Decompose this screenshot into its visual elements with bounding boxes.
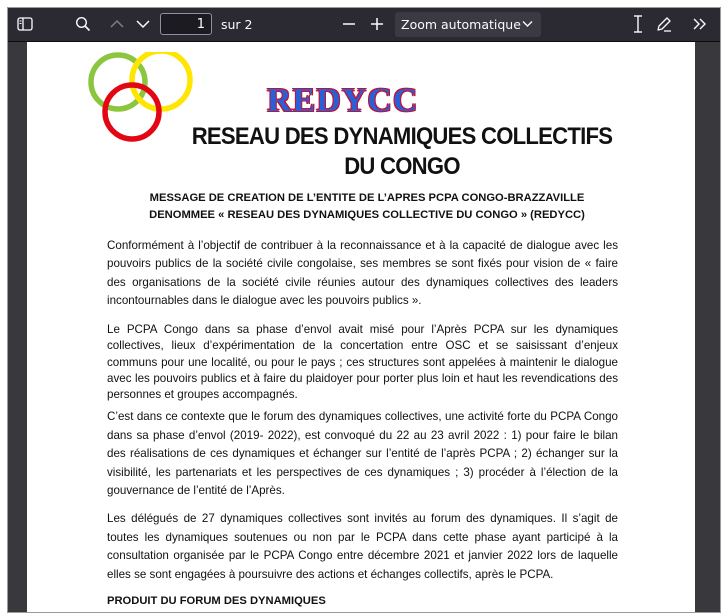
yellow-ring bbox=[129, 52, 193, 112]
page-count-label: sur 2 bbox=[221, 17, 253, 32]
sidebar-icon bbox=[17, 17, 33, 31]
page-number-input[interactable] bbox=[160, 13, 212, 35]
chevron-up-icon bbox=[110, 19, 124, 28]
minus-icon bbox=[343, 23, 355, 25]
zoom-select[interactable]: Zoom automatique bbox=[395, 12, 541, 37]
section-title: PRODUIT DU FORUM DES DYNAMIQUES bbox=[107, 595, 326, 607]
subtitle-line-2: DENOMMEE « RESEAU DES DYNAMIQUES COLLECT… bbox=[149, 208, 585, 221]
red-ring bbox=[102, 82, 162, 142]
paragraph-2: Le PCPA Congo dans sa phase d’envol avai… bbox=[107, 323, 618, 402]
next-page-button[interactable] bbox=[130, 12, 156, 36]
document-headline: RESEAU DES DYNAMIQUES COLLECTIFS DU CONG… bbox=[191, 123, 613, 180]
document-subtitle: MESSAGE DE CREATION DE L’ENTITE DE L’APR… bbox=[107, 190, 627, 223]
paragraph-1: Conformément à l’objectif de contribuer … bbox=[107, 239, 618, 307]
chevron-down-icon bbox=[136, 20, 150, 29]
text-tool-button[interactable] bbox=[625, 12, 651, 36]
subtitle-line-1: MESSAGE DE CREATION DE L’ENTITE DE L’APR… bbox=[149, 192, 585, 204]
more-tools-button[interactable] bbox=[687, 12, 713, 36]
zoom-value: Zoom automatique bbox=[401, 17, 521, 32]
chevron-down-icon bbox=[522, 21, 533, 27]
toolbar: sur 2 Zoom automatique bbox=[8, 8, 720, 42]
pen-icon bbox=[657, 17, 671, 32]
double-chevron-right-icon bbox=[693, 18, 706, 30]
sidebar-toggle-button[interactable] bbox=[12, 12, 38, 36]
paragraph-4: Les délégués de 27 dynamiques collective… bbox=[107, 512, 618, 581]
logo-brand-text: REDYCC bbox=[267, 82, 419, 119]
previous-page-button[interactable] bbox=[104, 12, 130, 36]
paragraph-3: C’est dans ce contexte que le forum des … bbox=[107, 410, 618, 497]
plus-icon bbox=[371, 18, 383, 30]
zoom-in-button[interactable] bbox=[364, 12, 390, 36]
pdf-page: REDYCC RESEAU DES DYNAMIQUES COLLECTIFS … bbox=[27, 42, 695, 612]
zoom-out-button[interactable] bbox=[336, 12, 362, 36]
draw-tool-button[interactable] bbox=[651, 12, 677, 36]
text-cursor-icon bbox=[634, 15, 642, 33]
search-icon bbox=[75, 16, 91, 32]
find-button[interactable] bbox=[70, 12, 96, 36]
pdf-viewer-window: sur 2 Zoom automatique bbox=[7, 7, 721, 613]
document-viewer[interactable]: REDYCC RESEAU DES DYNAMIQUES COLLECTIFS … bbox=[8, 42, 720, 612]
